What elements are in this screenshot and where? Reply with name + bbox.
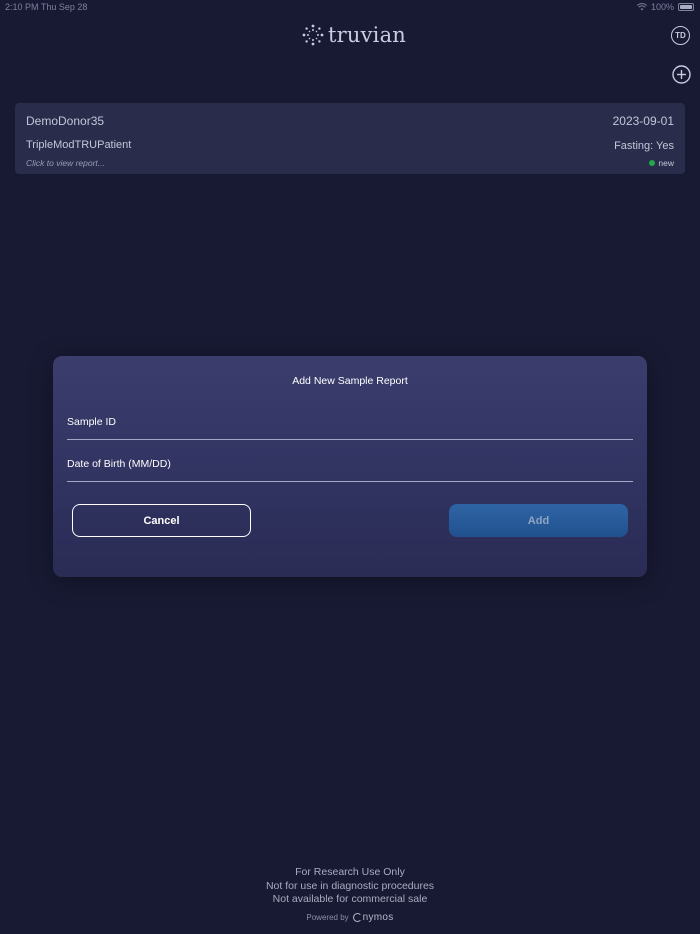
disclaimer-line-3: Not available for commercial sale — [272, 893, 428, 905]
report-view-hint: Click to view report... — [26, 158, 105, 168]
report-date: 2023-09-01 — [612, 114, 674, 128]
truvian-logo: truvian — [302, 23, 406, 47]
add-report-icon[interactable] — [672, 65, 691, 84]
status-bar: 2:10 PM Thu Sep 28 100% — [0, 0, 700, 14]
sunburst-logo-icon — [302, 24, 324, 46]
disclaimer-line-1: For Research Use Only — [295, 866, 405, 878]
report-card[interactable]: DemoDonor35 2023-09-01 TripleModTRUPatie… — [15, 103, 685, 174]
status-label: new — [658, 158, 674, 168]
logo-text: truvian — [328, 23, 407, 47]
profile-avatar-button[interactable]: TD — [671, 26, 690, 45]
status-time: 2:10 PM Thu Sep 28 — [5, 2, 88, 12]
disclaimer-line-2: Not for use in diagnostic procedures — [265, 879, 435, 892]
disclaimer: For Research Use Only Not for use in dia… — [0, 866, 700, 907]
onymos-logo: nymos — [352, 912, 394, 923]
powered-by: Powered by nymos — [0, 912, 700, 923]
app-screen: 2:10 PM Thu Sep 28 100% truvian TD DemoD… — [0, 0, 700, 934]
status-indicators: 100% — [636, 2, 694, 12]
report-donor: DemoDonor35 — [26, 114, 105, 128]
sample-id-placeholder: Sample ID — [67, 416, 117, 428]
date-of-birth-field[interactable]: Date of Birth (MM/DD) — [67, 456, 633, 482]
add-sample-dialog: Add New Sample Report Sample ID Date of … — [53, 356, 647, 577]
sample-id-field[interactable]: Sample ID — [67, 414, 633, 440]
powered-by-label: Powered by — [306, 913, 349, 922]
report-patient: TripleModTRUPatient — [26, 139, 132, 151]
cancel-button[interactable]: Cancel — [72, 504, 251, 537]
report-fasting: Fasting: Yes — [614, 140, 674, 152]
onymos-ring-icon — [352, 913, 362, 922]
wifi-icon — [636, 3, 647, 11]
status-badge: new — [649, 158, 674, 168]
add-button[interactable]: Add — [449, 504, 628, 537]
battery-percent: 100% — [650, 2, 674, 12]
date-of-birth-placeholder: Date of Birth (MM/DD) — [67, 458, 171, 470]
onymos-brand-text: nymos — [362, 912, 394, 923]
status-dot-icon — [649, 160, 656, 166]
battery-icon — [678, 3, 694, 11]
dialog-title: Add New Sample Report — [292, 375, 408, 387]
